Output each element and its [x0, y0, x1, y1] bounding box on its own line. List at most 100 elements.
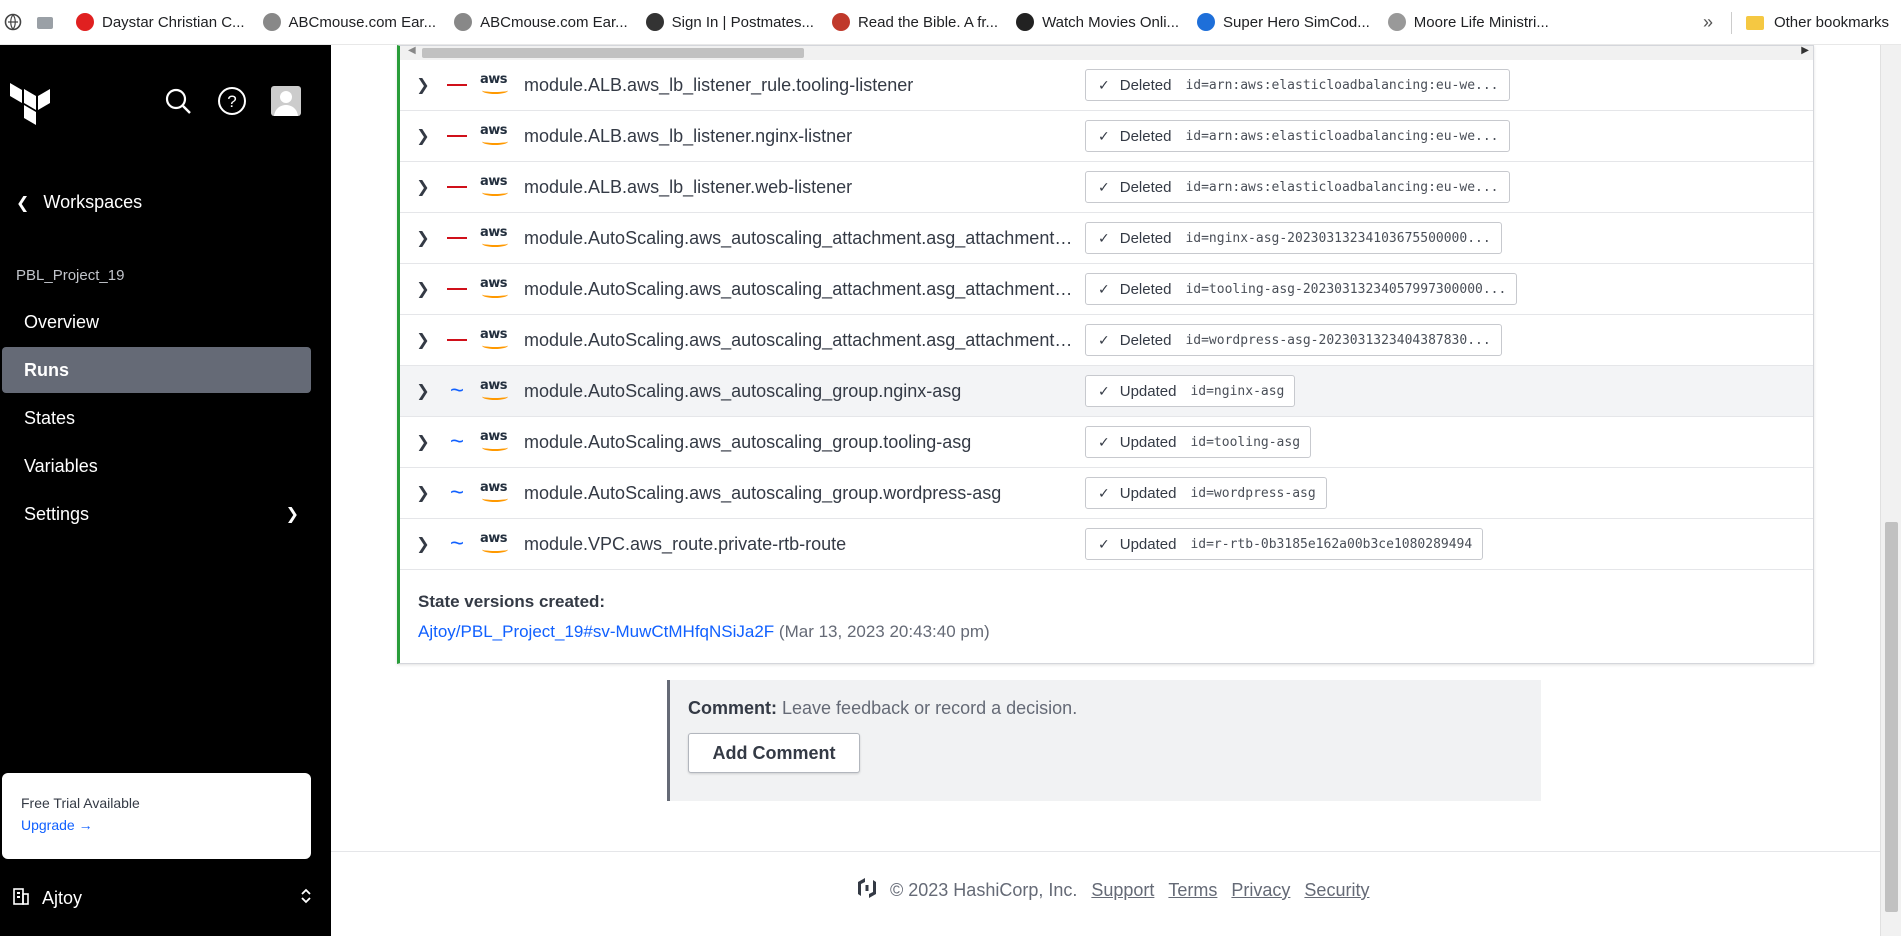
- trial-title: Free Trial Available: [21, 795, 140, 811]
- resource-id: id=tooling-asg-20230313234057997300000..…: [1185, 281, 1507, 297]
- organization-switcher[interactable]: Ajtoy: [12, 887, 312, 910]
- bookmark-item[interactable]: Watch Movies Onli...: [1016, 13, 1179, 31]
- resource-row[interactable]: ❯ ~ aws module.AutoScaling.aws_autoscaling_…: [400, 468, 1813, 519]
- state-version-entry: Ajtoy/PBL_Project_19#sv-MuwCtMHfqNSiJa2F…: [418, 622, 990, 642]
- vertical-scrollbar[interactable]: [1880, 45, 1901, 936]
- resource-row[interactable]: ❯ aws module.AutoScaling.aws_autoscaling_a…: [400, 213, 1813, 264]
- resource-status: Deleted: [1119, 127, 1172, 145]
- terraform-logo-icon[interactable]: [10, 83, 52, 130]
- upgrade-link[interactable]: Upgrade →: [21, 817, 292, 833]
- scroll-left-icon[interactable]: ◀: [408, 45, 416, 56]
- bookmark-item[interactable]: Moore Life Ministri...: [1387, 13, 1549, 31]
- main-content: ◀ ▶ ❯ aws module.ALB.aws_lb_listener_rule.…: [331, 45, 1880, 936]
- horizontal-scrollbar[interactable]: ◀ ▶: [400, 45, 1813, 60]
- hashicorp-logo-icon[interactable]: [856, 877, 878, 904]
- resource-address: module.AutoScaling.aws_autoscaling_group…: [524, 431, 972, 452]
- resource-row[interactable]: ❯ aws module.ALB.aws_lb_listener_rule.tool…: [400, 60, 1813, 111]
- resource-status: Deleted: [1119, 76, 1172, 94]
- chevron-right-icon[interactable]: ❯: [400, 330, 440, 350]
- chevron-right-icon[interactable]: ❯: [400, 75, 440, 95]
- delete-action-icon: [440, 84, 474, 86]
- chevron-right-icon[interactable]: ❯: [400, 228, 440, 248]
- avatar-icon: [271, 86, 301, 116]
- search-icon[interactable]: [162, 85, 194, 117]
- state-version-link[interactable]: Ajtoy/PBL_Project_19#sv-MuwCtMHfqNSiJa2F: [418, 622, 774, 641]
- sidebar-item-label: Overview: [24, 311, 100, 332]
- arrow-right-icon: →: [78, 817, 93, 833]
- state-versions-heading: State versions created:: [418, 592, 606, 611]
- bookmark-item[interactable]: Read the Bible. A fr...: [831, 13, 999, 31]
- scroll-right-icon[interactable]: ▶: [1801, 45, 1809, 56]
- resource-row[interactable]: ❯ ~ aws module.AutoScaling.aws_autoscaling_…: [400, 366, 1813, 417]
- other-bookmarks-link[interactable]: Other bookmarks: [1774, 14, 1889, 31]
- help-icon[interactable]: ?: [216, 85, 248, 117]
- comment-prompt[interactable]: Comment: Leave feedback or record a deci…: [688, 698, 1523, 719]
- sidebar-item-label: States: [24, 407, 76, 428]
- resource-status-badge: ✓ Deleted id=arn:aws:elasticloadbalancing:…: [1085, 69, 1510, 101]
- check-icon: ✓: [1098, 331, 1110, 348]
- resource-id: id=wordpress-asg-2023031323404387830...: [1185, 332, 1491, 348]
- resource-address: module.AutoScaling.aws_autoscaling_attac…: [524, 278, 1079, 299]
- sidebar-item-overview[interactable]: Overview: [2, 299, 311, 345]
- bookmark-item[interactable]: ABCmouse.com Ear...: [454, 13, 628, 31]
- resource-status-badge: ✓ Deleted id=arn:aws:elasticloadbalancing:…: [1085, 171, 1510, 203]
- delete-action-icon: [440, 135, 474, 137]
- bible-icon: [831, 13, 850, 31]
- bookmark-item[interactable]: Super Hero SimCod...: [1197, 13, 1370, 31]
- chevron-right-icon[interactable]: ❯: [400, 483, 440, 503]
- check-icon: ✓: [1098, 484, 1110, 501]
- resource-status: Updated: [1119, 535, 1177, 553]
- bookmarks-overflow-button[interactable]: »: [1703, 12, 1713, 33]
- folder-icon: [1745, 15, 1764, 30]
- support-link[interactable]: Support: [1091, 880, 1154, 901]
- security-link[interactable]: Security: [1304, 880, 1369, 901]
- resource-address: module.ALB.aws_lb_listener.web-listener: [524, 176, 853, 197]
- resource-row[interactable]: ❯ aws module.ALB.aws_lb_listener.web-liste…: [400, 162, 1813, 213]
- terms-link[interactable]: Terms: [1168, 880, 1217, 901]
- aws-provider-icon: aws: [480, 123, 514, 147]
- resource-row[interactable]: ❯ aws module.ALB.aws_lb_listener.nginx-lis…: [400, 111, 1813, 162]
- sidebar-item-runs[interactable]: Runs: [2, 347, 311, 393]
- aws-provider-icon: aws: [480, 378, 514, 402]
- ministry-icon: [1387, 13, 1406, 31]
- bookmark-item[interactable]: Daystar Christian C...: [76, 13, 245, 31]
- sidebar-item-states[interactable]: States: [2, 395, 311, 441]
- bookmark-label: Sign In | Postmates...: [671, 13, 814, 31]
- bookmark-item[interactable]: Sign In | Postmates...: [645, 13, 814, 31]
- scrollbar-thumb[interactable]: [422, 48, 804, 58]
- user-avatar[interactable]: [270, 85, 302, 117]
- privacy-link[interactable]: Privacy: [1231, 880, 1290, 901]
- workspaces-label: Workspaces: [43, 192, 143, 212]
- bookmark-label: Watch Movies Onli...: [1042, 13, 1180, 31]
- resource-address: module.AutoScaling.aws_autoscaling_group…: [524, 482, 1002, 503]
- chevron-right-icon[interactable]: ❯: [400, 534, 440, 554]
- sidebar-item-variables[interactable]: Variables: [2, 443, 311, 489]
- resource-address: module.ALB.aws_lb_listener_rule.tooling-…: [524, 74, 914, 95]
- resource-status: Deleted: [1119, 280, 1172, 298]
- bookmark-label: Moore Life Ministri...: [1413, 13, 1549, 31]
- chevron-right-icon[interactable]: ❯: [400, 126, 440, 146]
- bookmark-item[interactable]: ABCmouse.com Ear...: [262, 13, 436, 31]
- resource-row[interactable]: ❯ aws module.AutoScaling.aws_autoscaling_a…: [400, 315, 1813, 366]
- sidebar-item-label: Variables: [24, 455, 98, 476]
- bookmark-folder-icon[interactable]: [36, 14, 54, 30]
- chevron-right-icon[interactable]: ❯: [400, 381, 440, 401]
- resource-row[interactable]: ❯ aws module.AutoScaling.aws_autoscaling_a…: [400, 264, 1813, 315]
- sidebar-item-label: Settings: [24, 503, 90, 524]
- workspaces-back-link[interactable]: ❮ Workspaces: [16, 192, 142, 213]
- comment-box: Comment: Leave feedback or record a deci…: [667, 680, 1541, 801]
- chevron-right-icon[interactable]: ❯: [400, 432, 440, 452]
- resource-row[interactable]: ❯ ~ aws module.AutoScaling.aws_autoscaling_…: [400, 417, 1813, 468]
- resource-row[interactable]: ❯ ~ aws module.VPC.aws_route.private-rtb-ro…: [400, 519, 1813, 570]
- scrollbar-thumb[interactable]: [1885, 522, 1898, 912]
- organization-name: Ajtoy: [42, 888, 83, 908]
- globe-icon[interactable]: [4, 13, 22, 31]
- state-versions-section: State versions created: Ajtoy/PBL_Projec…: [418, 592, 990, 642]
- chevron-right-icon[interactable]: ❯: [400, 177, 440, 197]
- bookmark-label: Read the Bible. A fr...: [857, 13, 999, 31]
- svg-text:?: ?: [227, 92, 236, 111]
- add-comment-button[interactable]: Add Comment: [688, 733, 860, 773]
- resource-status: Deleted: [1119, 229, 1172, 247]
- sidebar-item-settings[interactable]: Settings ❯: [2, 491, 311, 537]
- chevron-right-icon[interactable]: ❯: [400, 279, 440, 299]
